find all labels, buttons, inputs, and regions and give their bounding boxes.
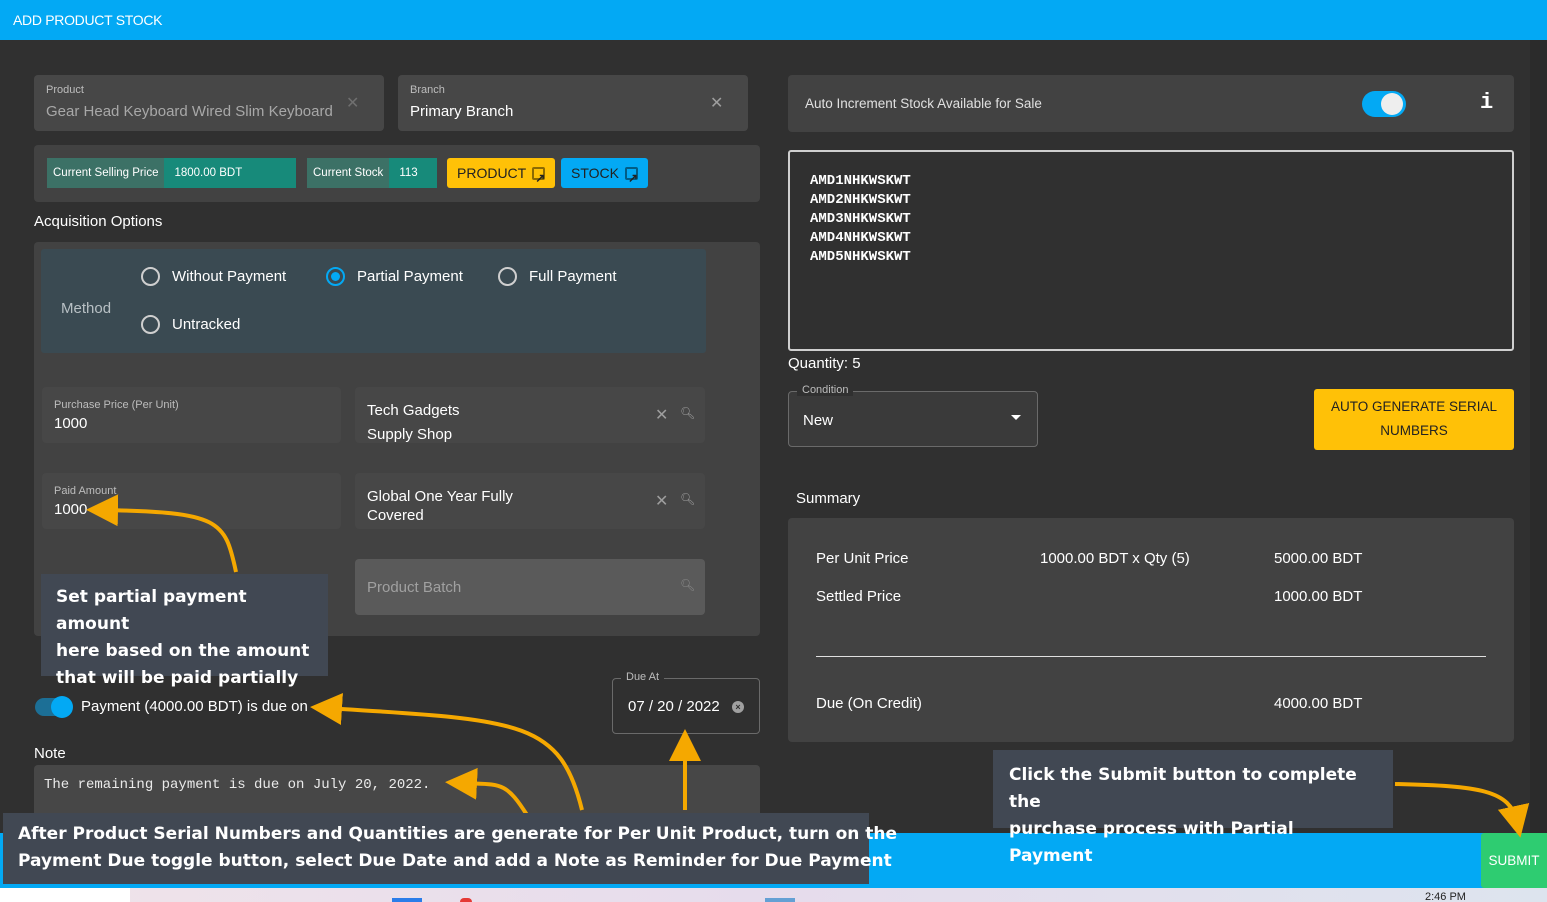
callout-line: that will be paid partially xyxy=(56,668,299,688)
arrow-payment-due xyxy=(310,693,584,811)
callout-line: After Product Serial Numbers and Quantit… xyxy=(18,824,898,844)
callout-line: Set partial payment amount xyxy=(56,587,247,634)
arrow-note xyxy=(445,767,529,817)
callout-line: purchase process with Partial Payment xyxy=(1009,819,1294,866)
callout-partial-payment: Set partial payment amount here based on… xyxy=(41,574,328,688)
callout-line: Click the Submit button to complete the xyxy=(1009,765,1357,812)
callout-payment-due: After Product Serial Numbers and Quantit… xyxy=(3,813,898,884)
arrow-paid-amount xyxy=(86,494,238,573)
callout-line: here based on the amount xyxy=(56,641,310,661)
callout-line: Payment Due toggle button, select Due Da… xyxy=(18,851,892,871)
callout-submit: Click the Submit button to complete the … xyxy=(993,750,1393,866)
arrow-submit xyxy=(1394,782,1530,838)
